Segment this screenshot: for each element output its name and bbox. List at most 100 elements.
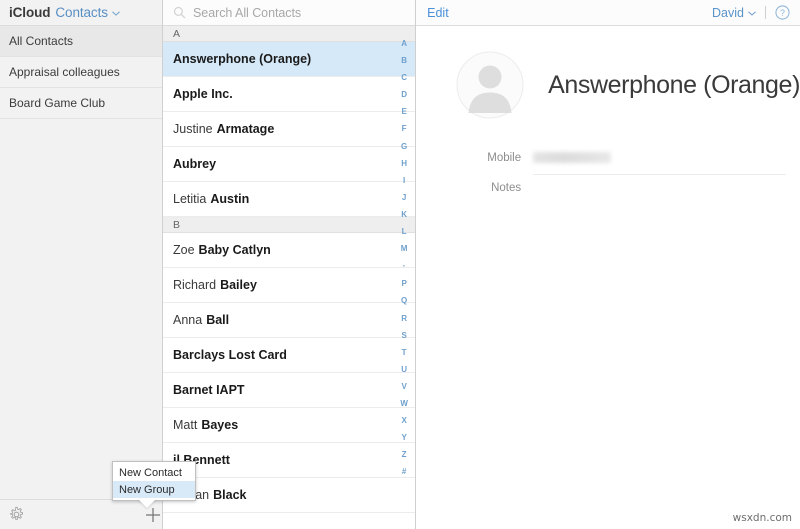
add-button[interactable] (144, 506, 162, 524)
menu-item-new-contact[interactable]: New Contact (113, 464, 195, 481)
contact-name-heading: Answerphone (Orange) (548, 70, 800, 99)
section-letter: B (173, 218, 181, 231)
sidebar-item-board-game-club[interactable]: Board Game Club (0, 88, 162, 119)
account-menu-button[interactable]: David (712, 6, 744, 20)
group-list: All Contacts Appraisal colleagues Board Ga… (0, 26, 162, 119)
table-row[interactable]: Apple Inc. (163, 77, 416, 112)
menu-item-new-group[interactable]: New Group (113, 481, 195, 498)
sidebar: iCloud Contacts All Contacts Appraisal co… (0, 0, 163, 529)
chevron-down-icon[interactable] (748, 9, 756, 18)
contact-last-name: Black (213, 488, 247, 502)
contact-first-name: Anna (173, 313, 203, 327)
section-letter: A (173, 27, 181, 40)
add-popup-menu[interactable]: New Contact New Group (112, 461, 196, 501)
popup-arrow (138, 499, 156, 508)
menu-item-label: New Group (119, 483, 175, 496)
sidebar-item-label: All Contacts (9, 34, 74, 48)
index-letter-V[interactable]: V (393, 382, 415, 391)
table-row[interactable]: Zoe Baby Catlyn (163, 233, 416, 268)
toolbar-divider (765, 6, 766, 19)
index-letter-dot[interactable]: · (393, 262, 415, 271)
table-row[interactable]: Barclays Lost Card (163, 338, 416, 373)
brand-icloud-label: iCloud (9, 5, 51, 20)
index-letter-T[interactable]: T (393, 348, 415, 357)
contact-fields: Mobile Notes (416, 149, 800, 209)
sidebar-item-label: Appraisal colleagues (9, 65, 120, 79)
contact-last-name: Aubrey (173, 157, 217, 171)
index-letter-A[interactable]: A (393, 40, 415, 48)
index-letter-U[interactable]: U (393, 365, 415, 374)
table-row[interactable]: Anna Ball (163, 303, 416, 338)
table-row[interactable]: il Bennett (163, 443, 416, 478)
table-row[interactable]: Richard Bailey (163, 268, 416, 303)
contact-last-name: Answerphone (Orange) (173, 52, 312, 66)
contact-last-name: Barclays Lost Card (173, 348, 287, 362)
contact-detail-panel: Edit David ? Answerphone (Orange) Mobile… (416, 0, 800, 529)
chevron-down-icon[interactable] (112, 10, 120, 18)
search-input-placeholder[interactable]: Search All Contacts (193, 6, 301, 20)
section-header-B: B (163, 217, 416, 233)
field-value-notes[interactable] (533, 179, 786, 205)
contact-first-name: Justine (173, 122, 213, 136)
contact-first-name: Richard (173, 278, 217, 292)
field-label: Notes (491, 182, 522, 194)
detail-toolbar: Edit David ? (416, 0, 800, 26)
index-letter-W[interactable]: W (393, 399, 415, 408)
index-letter-B[interactable]: B (393, 57, 415, 65)
search-icon (173, 6, 186, 19)
toolbar-right-group: David ? (712, 5, 790, 20)
redacted-value (533, 152, 612, 163)
index-letter-K[interactable]: K (393, 210, 415, 219)
contact-last-name: Austin (210, 192, 250, 206)
sidebar-item-all-contacts[interactable]: All Contacts (0, 26, 162, 57)
index-letter-Q[interactable]: Q (393, 297, 415, 305)
app-brand-header: iCloud Contacts (0, 0, 162, 26)
index-letter-hash[interactable]: # (393, 468, 415, 476)
index-letter-F[interactable]: F (393, 125, 415, 133)
contact-last-name: Baby Catlyn (198, 243, 271, 257)
table-row[interactable]: Answerphone (Orange) (163, 42, 416, 77)
table-row[interactable]: AdrianBlack (163, 478, 416, 513)
contact-last-name: Ball (206, 313, 230, 327)
index-letter-J[interactable]: J (393, 193, 415, 202)
contact-list-scroll-area[interactable]: A Answerphone (Orange) Apple Inc. Justine Ar… (163, 26, 416, 529)
index-letter-Z[interactable]: Z (393, 451, 415, 459)
sidebar-item-appraisal-colleagues[interactable]: Appraisal colleagues (0, 57, 162, 88)
index-letter-C[interactable]: C (393, 74, 415, 82)
index-letter-L[interactable]: L (393, 228, 415, 236)
index-letter-H[interactable]: H (393, 159, 415, 168)
index-letter-X[interactable]: X (393, 417, 415, 425)
contact-list-column: Search All Contacts A Answerphone (Orange… (163, 0, 417, 529)
contact-last-name: Apple Inc. (173, 87, 233, 101)
detail-header: Answerphone (Orange) (416, 51, 800, 119)
index-letter-S[interactable]: S (393, 331, 415, 340)
field-value-mobile[interactable] (533, 149, 786, 175)
brand-section-label[interactable]: Contacts (55, 5, 108, 20)
index-letter-M[interactable]: M (393, 245, 415, 253)
contact-first-name: Matt (173, 418, 198, 432)
edit-button[interactable]: Edit (427, 6, 449, 20)
search-bar[interactable]: Search All Contacts (163, 0, 416, 26)
index-letter-Y[interactable]: Y (393, 434, 415, 442)
table-row[interactable]: Justine Armatage (163, 112, 416, 147)
table-row[interactable]: Aubrey (163, 147, 416, 182)
icloud-contacts-app: iCloud Contacts All Contacts Appraisal co… (0, 0, 800, 529)
gear-icon[interactable] (8, 506, 25, 523)
table-row[interactable]: Matt Bayes (163, 408, 416, 443)
help-circle-icon[interactable]: ? (775, 5, 790, 20)
index-letter-R[interactable]: R (393, 314, 415, 323)
contact-last-name: Barnet IAPT (173, 383, 245, 397)
index-letter-G[interactable]: G (393, 142, 415, 151)
alphabet-index-strip[interactable]: A B C D E F G H I J K L M · P Q R S T U V W X Y Z # (393, 26, 415, 529)
table-row[interactable]: Letitia Austin (163, 182, 416, 217)
index-letter-D[interactable]: D (393, 91, 415, 99)
section-header-A: A (163, 26, 416, 42)
menu-item-label: New Contact (119, 466, 182, 479)
index-letter-P[interactable]: P (393, 280, 415, 288)
field-row-mobile: Mobile (416, 149, 786, 179)
table-row[interactable]: Barnet IAPT (163, 373, 416, 408)
index-letter-E[interactable]: E (393, 108, 415, 116)
person-avatar-icon (456, 51, 524, 119)
index-letter-I[interactable]: I (393, 176, 415, 185)
